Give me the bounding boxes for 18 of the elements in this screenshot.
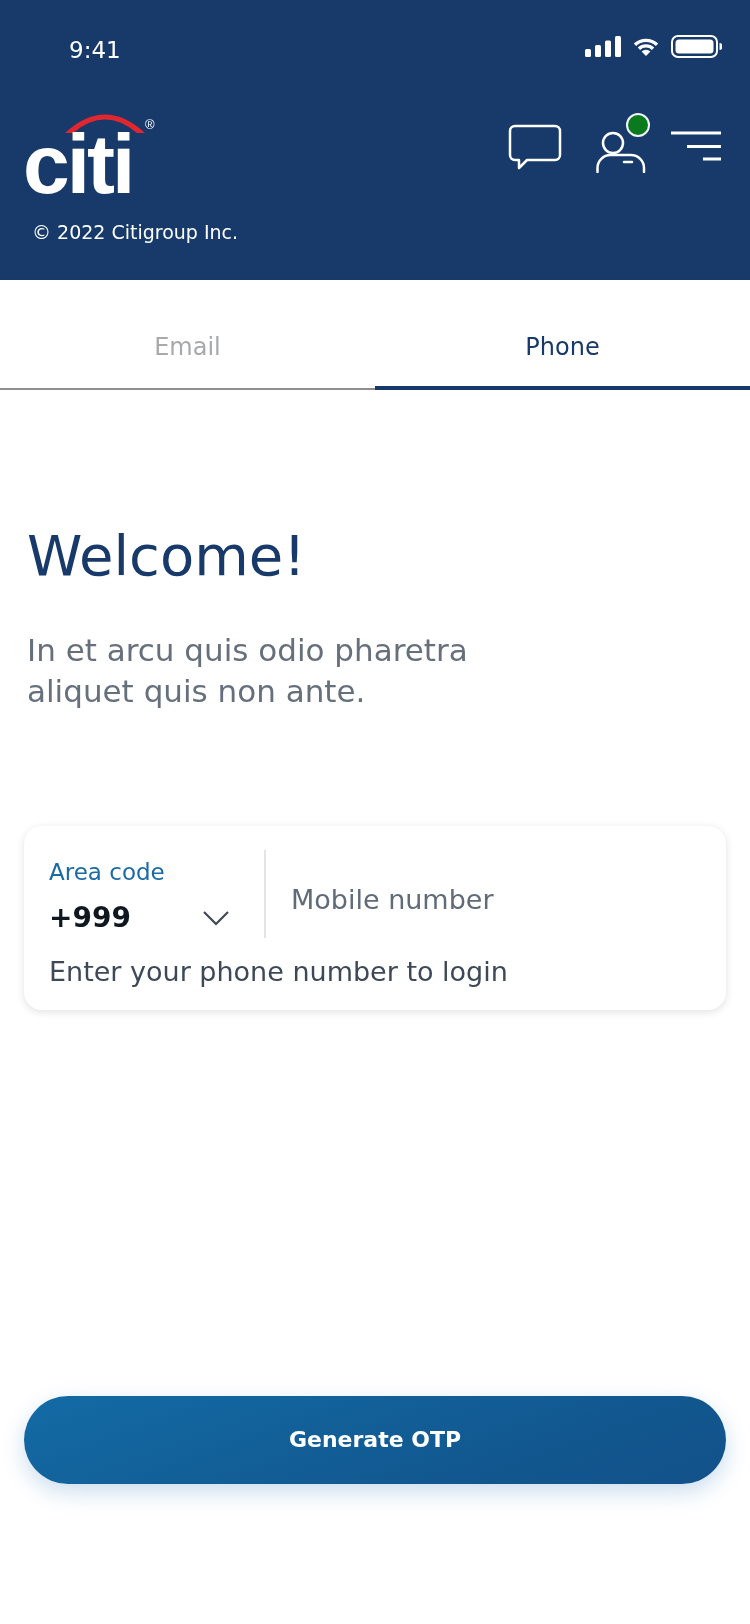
wifi-icon bbox=[632, 36, 660, 56]
copyright-text: © 2022 Citigroup Inc. bbox=[32, 220, 239, 244]
profile-button[interactable] bbox=[595, 113, 652, 173]
menu-button[interactable] bbox=[671, 131, 721, 161]
signal-icon bbox=[585, 35, 621, 57]
brand-logo: citi® bbox=[25, 108, 165, 192]
mobile-number-field[interactable]: Mobile number bbox=[291, 881, 702, 917]
chat-button[interactable] bbox=[508, 124, 562, 170]
helper-text: Enter your phone number to login bbox=[49, 955, 509, 989]
battery-icon bbox=[671, 34, 722, 58]
area-code-dropdown[interactable]: Area code +999 bbox=[49, 850, 229, 938]
generate-otp-button[interactable]: Generate OTP bbox=[24, 1396, 726, 1484]
chevron-down-icon bbox=[203, 910, 229, 926]
welcome-title: Welcome! bbox=[27, 522, 307, 590]
status-time: 9:41 bbox=[69, 36, 121, 64]
menu-icon bbox=[671, 131, 721, 161]
speech-bubble-icon bbox=[508, 124, 562, 170]
welcome-text: In et arcu quis odio pharetra aliquet quis non ante. bbox=[27, 631, 469, 711]
